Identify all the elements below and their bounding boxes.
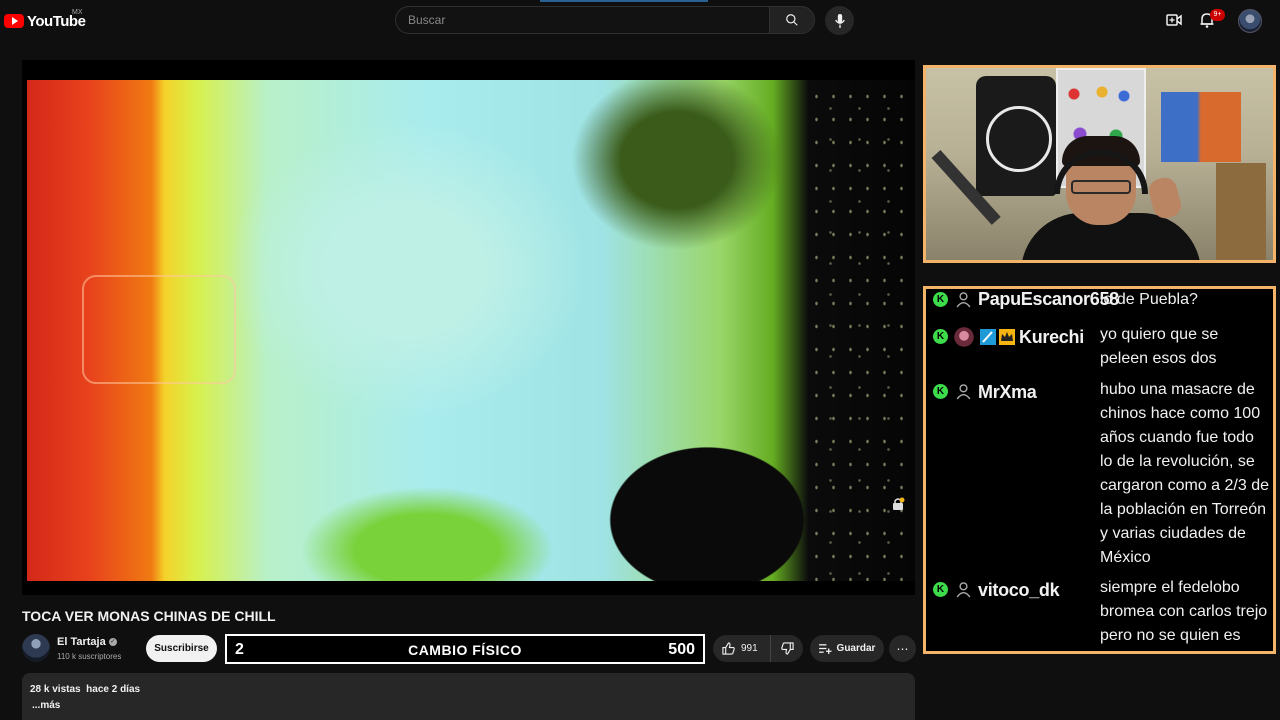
verified-icon: ✓ bbox=[108, 638, 117, 646]
more-actions-button[interactable]: ⋯ bbox=[889, 635, 916, 662]
youtube-logo[interactable]: YouTube MX bbox=[4, 9, 86, 31]
video-title: TOCA VER MONAS CHINAS DE CHILL bbox=[22, 608, 276, 624]
kick-badge-icon: K bbox=[933, 292, 948, 307]
video-frame bbox=[27, 80, 915, 581]
channel-name-link[interactable]: El Tartaja ✓ bbox=[57, 636, 117, 648]
channel-name: El Tartaja bbox=[57, 636, 106, 648]
search-button[interactable] bbox=[769, 6, 815, 34]
show-more-link[interactable]: ...más bbox=[32, 700, 60, 711]
channel-avatar[interactable] bbox=[22, 634, 50, 662]
subscribe-button[interactable]: Suscribirse bbox=[146, 635, 217, 662]
crown-icon bbox=[999, 329, 1015, 345]
webcam-overlay bbox=[923, 65, 1276, 263]
subscriber-count: 110 k suscriptores bbox=[57, 652, 122, 661]
thumbs-down-icon bbox=[780, 642, 794, 655]
streamer-glasses bbox=[1071, 180, 1131, 194]
dislike-button[interactable] bbox=[771, 635, 803, 662]
notification-badge: 9+ bbox=[1210, 9, 1225, 21]
logo-region: MX bbox=[72, 9, 83, 16]
user-icon bbox=[956, 582, 971, 598]
banner-right-number: 500 bbox=[668, 641, 695, 658]
kick-badge-icon: K bbox=[933, 329, 948, 344]
save-button[interactable]: Guardar bbox=[810, 635, 884, 662]
cam-chair bbox=[1216, 163, 1266, 260]
chat-username: vitoco_dk bbox=[978, 580, 1060, 600]
microphone-icon bbox=[834, 13, 845, 28]
save-label: Guardar bbox=[836, 643, 876, 654]
playlist-add-icon bbox=[818, 644, 832, 654]
create-button[interactable] bbox=[1166, 13, 1182, 32]
chat-message: K Kurechi yo quiero que se peleen esos d… bbox=[926, 323, 1273, 371]
chat-overlay: K PapuEscanor658 lo de Puebla? K Kurechi… bbox=[923, 286, 1276, 654]
search-icon bbox=[786, 14, 798, 26]
chat-message: K PapuEscanor658 lo de Puebla? bbox=[926, 289, 1273, 313]
moderator-sword-icon bbox=[980, 329, 996, 345]
chat-username: MrXma bbox=[978, 382, 1037, 402]
banner-title: CAMBIO FÍSICO bbox=[408, 642, 522, 658]
chat-username: Kurechi bbox=[1019, 327, 1084, 347]
create-video-icon bbox=[1166, 14, 1182, 26]
kick-badge-icon: K bbox=[933, 582, 948, 597]
youtube-play-icon bbox=[4, 14, 24, 28]
kick-badge-icon: K bbox=[933, 384, 948, 399]
page-load-progress bbox=[540, 0, 708, 2]
like-button[interactable]: 991 bbox=[713, 635, 771, 662]
chat-text: lo de Puebla? bbox=[1100, 291, 1198, 308]
user-avatar-icon bbox=[954, 327, 974, 347]
chat-text: hubo una masacre de chinos hace como 100… bbox=[1100, 381, 1269, 566]
chat-message: K vitoco_dk siempre el fedelobo bromea c… bbox=[926, 576, 1273, 648]
like-count: 991 bbox=[741, 643, 758, 654]
thumbs-up-icon bbox=[722, 642, 735, 655]
user-icon bbox=[956, 384, 971, 400]
voice-search-button[interactable] bbox=[825, 6, 854, 35]
chat-message: K MrXma hubo una masacre de chinos hace … bbox=[926, 378, 1273, 570]
chat-text: yo quiero que se peleen esos dos bbox=[1100, 326, 1219, 367]
chat-username: PapuEscanor658 bbox=[978, 289, 1119, 309]
like-dislike-group: 991 bbox=[713, 635, 803, 662]
search-bar bbox=[395, 6, 815, 36]
chat-text: siempre el fedelobo bromea con carlos tr… bbox=[1100, 579, 1268, 644]
video-player[interactable] bbox=[22, 60, 915, 595]
account-avatar[interactable] bbox=[1238, 9, 1262, 33]
challenge-banner: 2 CAMBIO FÍSICO 500 bbox=[225, 634, 705, 664]
cam-posters bbox=[1161, 92, 1241, 162]
view-count-date: 28 k vistas hace 2 días bbox=[30, 684, 141, 695]
lock-icon bbox=[893, 497, 905, 510]
cam-hanging-shirt bbox=[976, 76, 1056, 196]
search-input[interactable] bbox=[395, 6, 769, 34]
description-box[interactable]: 28 k vistas hace 2 días ...más bbox=[22, 673, 915, 720]
user-icon bbox=[956, 292, 971, 308]
